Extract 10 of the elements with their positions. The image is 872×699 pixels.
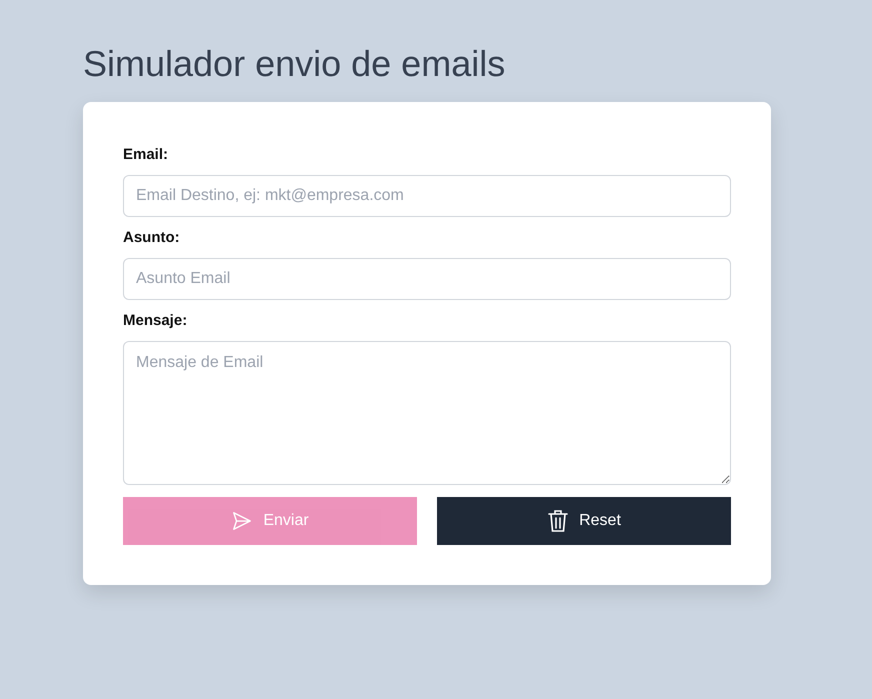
input-field[interactable]: Email Destino, ej: mkt@empresa.com xyxy=(123,175,731,217)
field-label: Email: xyxy=(123,146,170,163)
paper-plane-icon xyxy=(231,510,254,532)
input-field[interactable]: Asunto Email xyxy=(123,258,731,300)
field-label: Asunto: xyxy=(123,229,181,246)
field-label: Mensaje: xyxy=(123,312,188,329)
page-title: Simulador envio de emails xyxy=(83,42,506,86)
reset-button[interactable]: Reset xyxy=(437,497,731,545)
trash-icon xyxy=(547,509,570,533)
message-field[interactable]: Mensaje de Email xyxy=(123,341,731,485)
